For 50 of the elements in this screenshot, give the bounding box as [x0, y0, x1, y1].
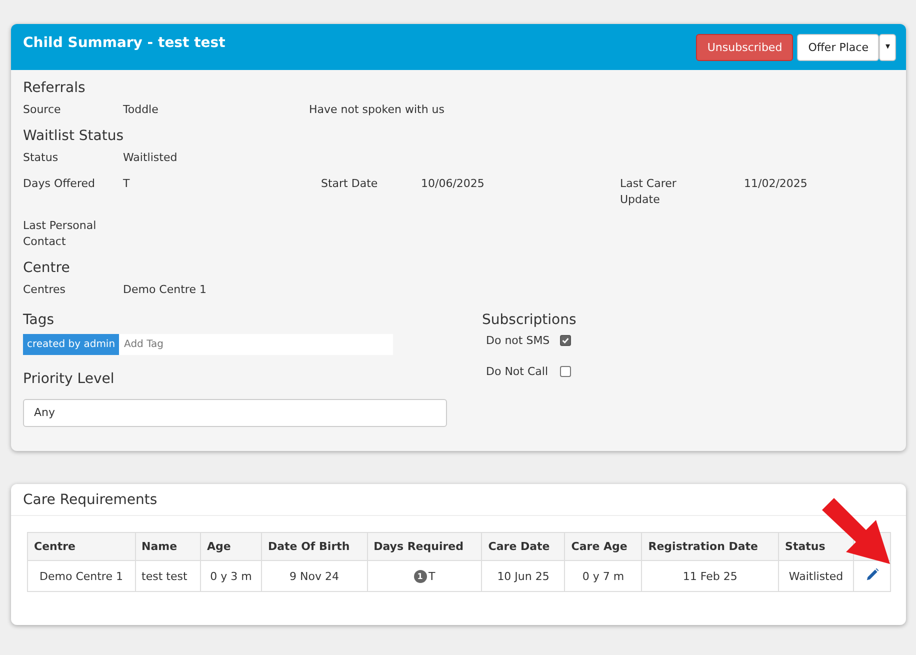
card-title: Child Summary - test test: [23, 35, 226, 53]
column-header: Days Required: [367, 532, 482, 560]
tag-input-field[interactable]: Add Tag: [119, 334, 393, 355]
field-label: Source: [23, 102, 62, 118]
table-cell: 0 y 7 m: [564, 560, 642, 592]
table-cell: Demo Centre 1: [28, 560, 136, 592]
column-header: Status: [778, 532, 854, 560]
checkbox[interactable]: [560, 335, 571, 346]
column-header: Registration Date: [642, 532, 779, 560]
column-header: Care Date: [482, 532, 565, 560]
section-heading: Waitlist Status: [23, 128, 125, 144]
section-heading: Subscriptions: [482, 312, 576, 328]
field-value: Toddle: [123, 102, 160, 118]
checkbox-label: Do Not Call: [486, 365, 549, 378]
field-label: Centres: [23, 282, 67, 298]
field-value: Demo Centre 1: [123, 282, 208, 298]
column-header: Centre: [28, 532, 136, 560]
field-value: T: [123, 176, 131, 192]
field-value: 10/06/2025: [421, 176, 486, 192]
field-label: Days Offered: [23, 176, 96, 192]
unsubscribed-button[interactable]: Unsubscribed: [696, 34, 794, 60]
column-header: Name: [135, 532, 200, 560]
field-value: Waitlisted: [123, 150, 178, 166]
column-header: Date Of Birth: [261, 532, 368, 560]
field-note: Have not spoken with us: [309, 102, 446, 118]
pencil-icon[interactable]: [866, 568, 878, 581]
field-label: Start Date: [321, 176, 379, 192]
priority-select[interactable]: Any: [23, 399, 447, 427]
column-header: Care Age: [564, 532, 642, 560]
table-cell: test test: [135, 560, 200, 592]
checkbox[interactable]: [560, 366, 571, 377]
table-cell: Waitlisted: [778, 560, 854, 592]
table-cell: 11 Feb 25: [642, 560, 779, 592]
section-heading: Tags: [23, 312, 55, 328]
table-cell: 9 Nov 24: [261, 560, 368, 592]
section-heading: Centre: [23, 260, 71, 276]
checkbox-label: Do not SMS: [486, 334, 551, 347]
field-label: Last Carer Update: [620, 176, 678, 208]
count-badge: 1: [414, 570, 427, 583]
field-value: 11/02/2025: [744, 176, 808, 192]
field-label: Last Personal Contact: [23, 218, 98, 250]
section-heading: Priority Level: [23, 371, 116, 387]
dropdown-toggle[interactable]: ▾: [879, 34, 896, 60]
column-header: Age: [200, 532, 262, 560]
table-cell: 0 y 3 m: [200, 560, 262, 592]
offer-place-button[interactable]: Offer Place: [797, 34, 880, 60]
table-cell: T: [428, 570, 436, 583]
section-heading: Referrals: [23, 80, 86, 96]
field-label: Status: [23, 150, 60, 166]
table-cell: 10 Jun 25: [482, 560, 565, 592]
